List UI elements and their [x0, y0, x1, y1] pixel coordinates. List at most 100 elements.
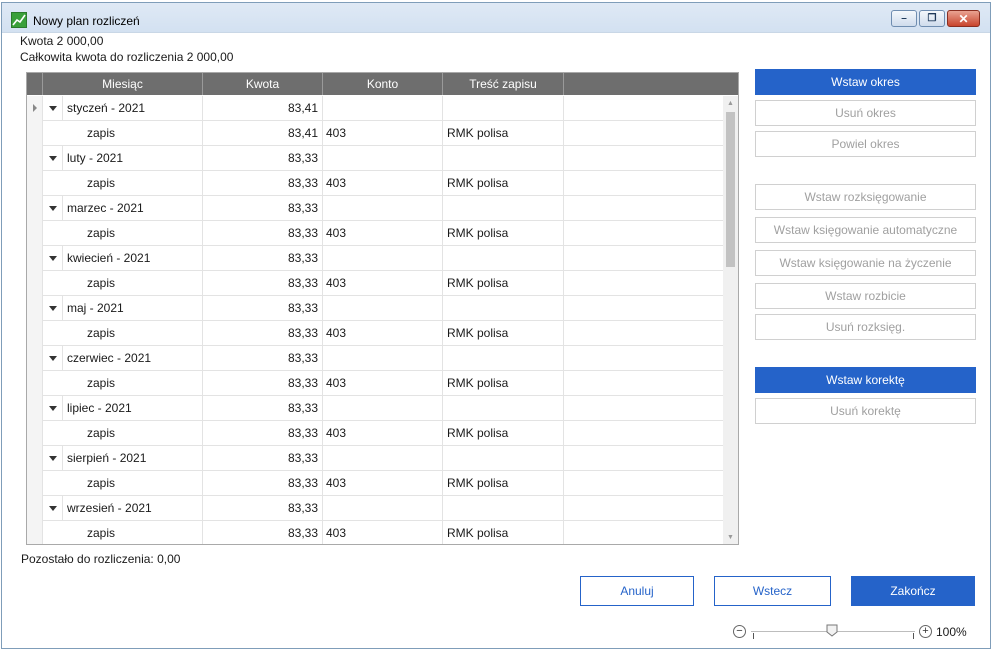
row-selector[interactable]	[27, 246, 43, 271]
period-row[interactable]: sierpień - 2021 83,33	[27, 446, 724, 471]
cell-amount[interactable]: 83,33	[203, 396, 323, 421]
cell-amount[interactable]: 83,33	[203, 496, 323, 521]
entry-row[interactable]: zapis 83,33 403 RMK polisa	[27, 471, 724, 496]
cell-account[interactable]: 403	[323, 521, 443, 544]
cell-description[interactable]	[443, 146, 564, 171]
cell-account[interactable]	[323, 196, 443, 221]
row-selector[interactable]	[27, 171, 43, 196]
expand-toggle-icon[interactable]	[49, 256, 57, 261]
repeat-period-button[interactable]: Powiel okres	[755, 131, 976, 157]
cell-amount[interactable]: 83,33	[203, 296, 323, 321]
cell-account[interactable]	[323, 396, 443, 421]
entry-row[interactable]: zapis 83,33 403 RMK polisa	[27, 371, 724, 396]
scroll-down-icon[interactable]: ▼	[723, 530, 738, 544]
period-row[interactable]: luty - 2021 83,33	[27, 146, 724, 171]
minimize-button[interactable]: –	[891, 10, 917, 27]
cell-account[interactable]: 403	[323, 171, 443, 196]
scroll-up-icon[interactable]: ▲	[723, 96, 738, 110]
cell-amount[interactable]: 83,33	[203, 146, 323, 171]
row-selector[interactable]	[27, 296, 43, 321]
cell-account[interactable]	[323, 296, 443, 321]
row-selector[interactable]	[27, 346, 43, 371]
zoom-in-icon[interactable]: +	[919, 625, 932, 638]
cell-month[interactable]: kwiecień - 2021	[63, 246, 203, 271]
cell-amount[interactable]: 83,33	[203, 446, 323, 471]
cell-amount[interactable]: 83,41	[203, 121, 323, 146]
header-month[interactable]: Miesiąc	[43, 73, 203, 95]
cell-description[interactable]	[443, 196, 564, 221]
cell-month[interactable]: maj - 2021	[63, 296, 203, 321]
expand-toggle-icon[interactable]	[49, 306, 57, 311]
expander[interactable]	[43, 196, 63, 221]
entry-row[interactable]: zapis 83,33 403 RMK polisa	[27, 521, 724, 544]
cancel-button[interactable]: Anuluj	[580, 576, 694, 606]
row-selector[interactable]	[27, 421, 43, 446]
cell-account[interactable]: 403	[323, 271, 443, 296]
cell-month[interactable]: wrzesień - 2021	[63, 496, 203, 521]
cell-account[interactable]	[323, 496, 443, 521]
entry-row[interactable]: zapis 83,33 403 RMK polisa	[27, 171, 724, 196]
row-selector[interactable]	[27, 221, 43, 246]
cell-description[interactable]: RMK polisa	[443, 171, 564, 196]
row-selector[interactable]	[27, 146, 43, 171]
cell-amount[interactable]: 83,33	[203, 421, 323, 446]
period-row[interactable]: styczeń - 2021 83,41	[27, 96, 724, 121]
zoom-slider-thumb[interactable]	[826, 624, 838, 637]
delete-period-button[interactable]: Usuń okres	[755, 100, 976, 126]
cell-description[interactable]: RMK polisa	[443, 421, 564, 446]
cell-account[interactable]	[323, 96, 443, 121]
cell-account[interactable]: 403	[323, 471, 443, 496]
expander[interactable]	[43, 346, 63, 371]
cell-month[interactable]: zapis	[63, 171, 203, 196]
cell-amount[interactable]: 83,33	[203, 196, 323, 221]
cell-account[interactable]: 403	[323, 321, 443, 346]
header-description[interactable]: Treść zapisu	[443, 73, 564, 95]
entry-row[interactable]: zapis 83,33 403 RMK polisa	[27, 221, 724, 246]
expand-toggle-icon[interactable]	[49, 406, 57, 411]
expander[interactable]	[43, 296, 63, 321]
entry-row[interactable]: zapis 83,41 403 RMK polisa	[27, 121, 724, 146]
delete-correction-button[interactable]: Usuń korektę	[755, 398, 976, 424]
row-selector[interactable]	[27, 446, 43, 471]
cell-account[interactable]	[323, 346, 443, 371]
cell-account[interactable]: 403	[323, 221, 443, 246]
cell-description[interactable]	[443, 296, 564, 321]
expander[interactable]	[43, 146, 63, 171]
insert-posting-on-demand-button[interactable]: Wstaw księgowanie na życzenie	[755, 250, 976, 276]
expander[interactable]	[43, 496, 63, 521]
insert-split-button[interactable]: Wstaw rozksięgowanie	[755, 184, 976, 210]
row-selector[interactable]	[27, 96, 43, 121]
cell-month[interactable]: czerwiec - 2021	[63, 346, 203, 371]
cell-month[interactable]: zapis	[63, 221, 203, 246]
cell-month[interactable]: luty - 2021	[63, 146, 203, 171]
cell-account[interactable]: 403	[323, 371, 443, 396]
period-row[interactable]: czerwiec - 2021 83,33	[27, 346, 724, 371]
cell-account[interactable]	[323, 146, 443, 171]
expand-toggle-icon[interactable]	[49, 106, 57, 111]
expand-toggle-icon[interactable]	[49, 506, 57, 511]
expand-toggle-icon[interactable]	[49, 206, 57, 211]
period-row[interactable]: kwiecień - 2021 83,33	[27, 246, 724, 271]
cell-description[interactable]	[443, 246, 564, 271]
expander[interactable]	[43, 446, 63, 471]
cell-description[interactable]: RMK polisa	[443, 471, 564, 496]
row-selector[interactable]	[27, 396, 43, 421]
cell-account[interactable]: 403	[323, 421, 443, 446]
row-selector[interactable]	[27, 271, 43, 296]
period-row[interactable]: wrzesień - 2021 83,33	[27, 496, 724, 521]
cell-amount[interactable]: 83,33	[203, 471, 323, 496]
cell-month[interactable]: zapis	[63, 471, 203, 496]
header-account[interactable]: Konto	[323, 73, 443, 95]
entry-row[interactable]: zapis 83,33 403 RMK polisa	[27, 421, 724, 446]
cell-amount[interactable]: 83,41	[203, 96, 323, 121]
insert-period-button[interactable]: Wstaw okres	[755, 69, 976, 95]
scroll-thumb[interactable]	[726, 112, 735, 267]
title-bar[interactable]: Nowy plan rozliczeń – ❐ ✕	[2, 3, 990, 33]
entry-row[interactable]: zapis 83,33 403 RMK polisa	[27, 321, 724, 346]
cell-amount[interactable]: 83,33	[203, 221, 323, 246]
close-button[interactable]: ✕	[947, 10, 980, 27]
row-selector[interactable]	[27, 196, 43, 221]
row-selector[interactable]	[27, 471, 43, 496]
period-row[interactable]: maj - 2021 83,33	[27, 296, 724, 321]
cell-description[interactable]	[443, 96, 564, 121]
